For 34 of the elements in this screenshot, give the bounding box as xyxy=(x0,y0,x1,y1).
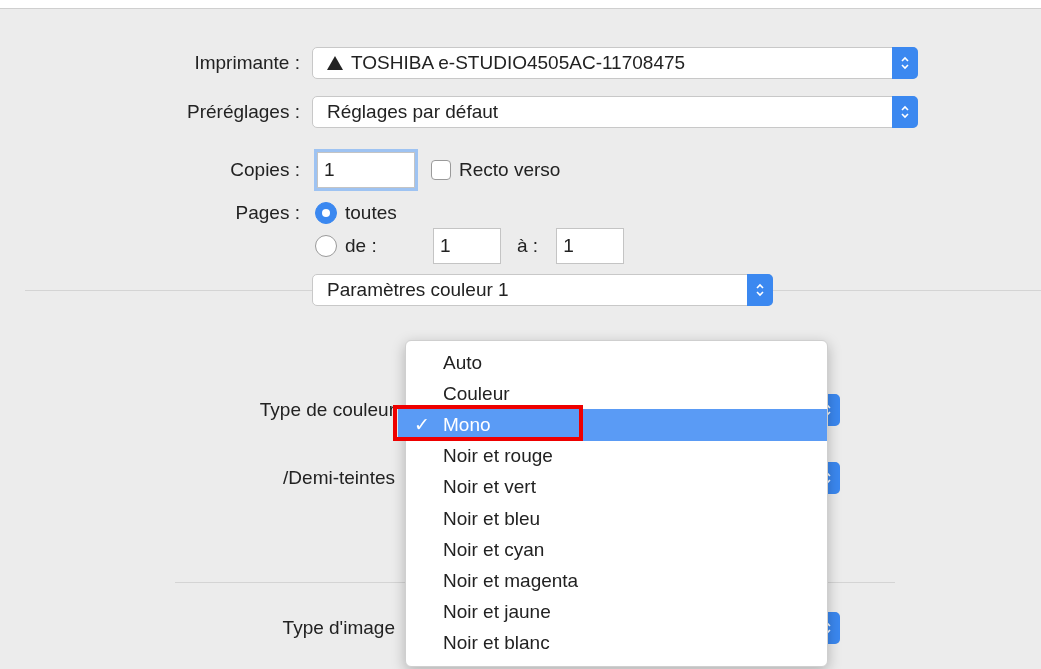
section-dropdown[interactable]: Paramètres couleur 1 xyxy=(312,274,773,306)
setting-label: /Demi-teintes xyxy=(282,467,395,489)
stepper-icon xyxy=(892,96,918,128)
printer-dropdown[interactable]: TOSHIBA e-STUDIO4505AC-11708475 xyxy=(312,47,918,79)
radio-button[interactable] xyxy=(315,235,337,257)
menu-item[interactable]: Noir et magenta xyxy=(406,565,827,597)
menu-item[interactable]: Noir et blanc xyxy=(406,627,827,659)
setting-label: Type de couleur xyxy=(258,399,395,421)
pages-label: Pages : xyxy=(234,202,300,224)
stepper-icon xyxy=(747,274,773,306)
setting-label: Type d'image xyxy=(281,617,395,639)
menu-item[interactable]: Noir et jaune xyxy=(406,596,827,628)
menu-item[interactable]: Noir et vert xyxy=(406,471,827,503)
menu-item[interactable]: Noir et bleu xyxy=(406,502,827,535)
stepper-icon xyxy=(892,47,918,79)
duplex-label: Recto verso xyxy=(459,159,561,181)
copies-label: Copies : xyxy=(229,159,300,181)
printer-label: Imprimante : xyxy=(193,52,300,74)
presets-dropdown[interactable]: Réglages par défaut xyxy=(312,96,918,128)
to-page-field[interactable]: 1 xyxy=(556,228,625,264)
duplex-checkbox[interactable] xyxy=(431,160,451,180)
menu-item[interactable]: Noir et rouge xyxy=(406,440,827,472)
presets-label: Préréglages : xyxy=(186,101,300,123)
warning-icon xyxy=(327,56,343,70)
menu-item[interactable]: Noir et cyan xyxy=(406,534,827,566)
from-page-field[interactable]: 1 xyxy=(433,228,501,264)
radio-button[interactable] xyxy=(315,202,337,224)
menu-item[interactable]: Couleur xyxy=(406,378,827,410)
radio-label: toutes xyxy=(345,202,397,224)
radio-label: de : xyxy=(345,235,378,257)
menu-item[interactable]: Auto xyxy=(406,347,827,379)
to-label: à : xyxy=(517,235,539,257)
copies-field[interactable]: 1 xyxy=(317,152,415,188)
checkmark-icon: ✓ xyxy=(414,413,430,437)
